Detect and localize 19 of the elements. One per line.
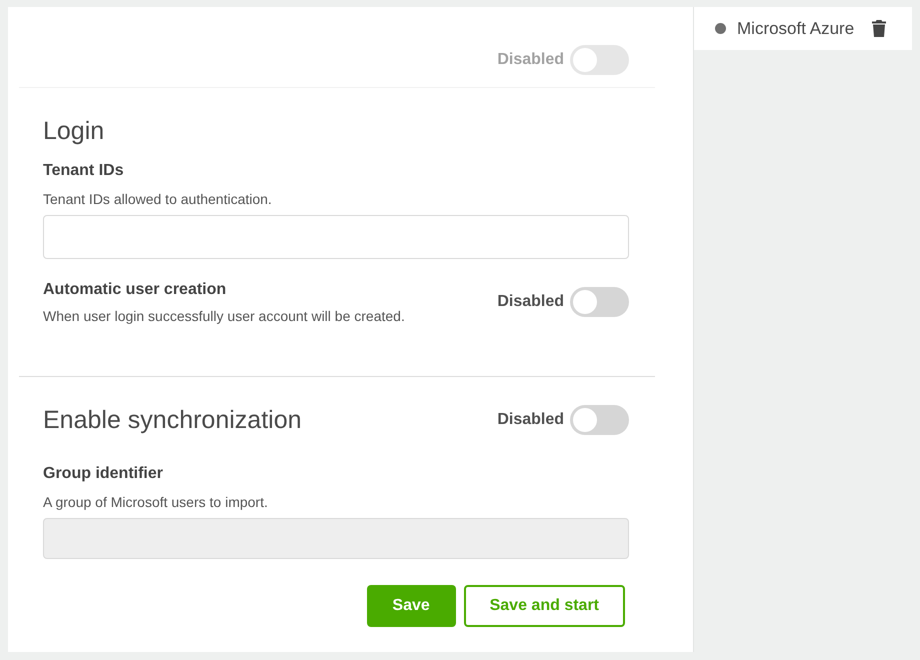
text-field[interactable] [43,215,629,259]
connection-name[interactable]: Microsoft Azure [737,18,854,38]
section-title: Login [43,116,104,147]
toggle-switch[interactable] [570,405,629,435]
field-label: Tenant IDs [43,161,124,181]
section-title: Enable synchronization [43,405,302,436]
field-label: Automatic user creation [43,280,226,300]
toggle-switch[interactable] [570,287,629,317]
field-description: Tenant IDs allowed to authentication. [43,190,272,208]
field-description: When user login successfully user account will be created. [43,307,405,325]
toggle-label: Disabled [497,50,564,70]
delete-icon[interactable] [872,20,886,37]
save-button[interactable]: Save [366,585,456,627]
field-description: A group of Microsoft users to import. [43,493,268,511]
toggle-switch[interactable] [570,44,629,74]
toggle-label: Disabled [497,410,564,430]
toggle-label: Disabled [497,292,564,312]
field-label: Group identifier [43,464,163,484]
save-and-start-button[interactable]: Save and start [464,585,625,627]
